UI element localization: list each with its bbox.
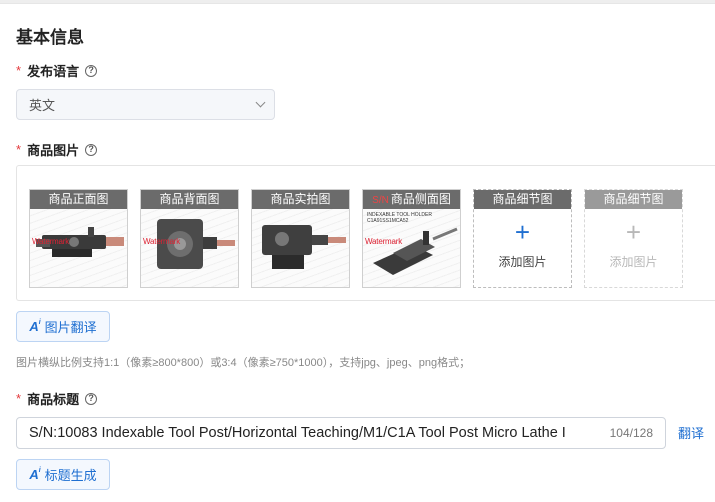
question-circle-icon[interactable]: ? [85, 392, 98, 405]
title-label-row: * 商品标题 ? [16, 389, 98, 408]
image-watermark: Watermark [365, 237, 403, 246]
product-title-value[interactable]: S/N:10083 Indexable Tool Post/Horizontal… [29, 425, 600, 441]
question-circle-icon[interactable]: ? [85, 64, 98, 77]
language-label-row: * 发布语言 ? [16, 61, 98, 80]
add-image-label: 添加图片 [498, 255, 547, 269]
product-image-front: Watermark [30, 209, 127, 287]
images-label-row: * 商品图片 ? [16, 140, 98, 159]
image-watermark: Watermark [32, 237, 70, 246]
image-slot-caption: 商品实拍图 [252, 190, 349, 209]
title-generate-label: 标题生成 [44, 468, 97, 483]
add-image-box-disabled: + 添加图片 [585, 217, 682, 270]
required-mark: * [16, 142, 22, 157]
caption-overlay: S/N [372, 195, 389, 206]
image-slot-caption: 商品背面图 [141, 190, 238, 209]
title-generate-button[interactable]: Ai 标题生成 [16, 459, 110, 490]
product-title-input[interactable]: S/N:10083 Indexable Tool Post/Horizontal… [16, 417, 666, 449]
image-slot-caption: 商品细节图 [474, 190, 571, 209]
image-slot-caption: 商品细节图 [585, 190, 682, 209]
image-slot-caption: 商品正面图 [30, 190, 127, 209]
translate-link[interactable]: 翻译 [678, 423, 704, 442]
image-format-hint: 图片横纵比例支持1:1（像素≥800*800）或3:4（像素≥750*1000）… [16, 357, 471, 369]
ai-icon: Ai [29, 319, 41, 334]
tool-post-image [157, 219, 235, 269]
image-slot-detail-add-disabled: 商品细节图 + 添加图片 [584, 189, 683, 288]
tool-post-image [262, 225, 346, 269]
required-mark: * [16, 63, 22, 78]
image-slot-detail-add[interactable]: 商品细节图 + 添加图片 [473, 189, 572, 288]
image-translate-label: 图片翻译 [44, 320, 97, 335]
tool-post-image [36, 227, 124, 257]
product-image-real [252, 209, 349, 287]
add-image-box[interactable]: + 添加图片 [474, 217, 571, 270]
product-image-side: INDEXABLE TOOL HOLDER C1A91SS1MCA52 Wate… [363, 209, 460, 287]
character-counter: 104/128 [609, 426, 653, 440]
language-label: 发布语言 [27, 64, 80, 79]
language-select[interactable]: 英文 [16, 89, 275, 120]
section-title: 基本信息 [16, 28, 84, 47]
image-slot-real[interactable]: 商品实拍图 [251, 189, 350, 288]
plus-icon: + [625, 217, 642, 247]
images-label: 商品图片 [27, 143, 80, 158]
top-divider [0, 0, 715, 4]
image-slot-back[interactable]: 商品背面图 Watermark [140, 189, 239, 288]
ai-icon: Ai [29, 467, 41, 482]
image-watermark: Watermark [143, 237, 181, 246]
chevron-down-icon [255, 97, 266, 108]
title-label: 商品标题 [27, 392, 80, 407]
tool-post-image [373, 227, 458, 275]
question-circle-icon[interactable]: ? [85, 143, 98, 156]
caption-text: 商品侧面图 [390, 192, 451, 206]
image-translate-button[interactable]: Ai 图片翻译 [16, 311, 110, 342]
image-slot-front[interactable]: 商品正面图 Watermark [29, 189, 128, 288]
add-image-label: 添加图片 [609, 255, 658, 269]
image-slot-caption: S/N 商品侧面图 [363, 190, 460, 209]
product-image-back: Watermark [141, 209, 238, 287]
plus-icon: + [514, 217, 531, 247]
language-selected-value: 英文 [29, 98, 56, 113]
required-mark: * [16, 391, 22, 406]
image-slot-side[interactable]: S/N 商品侧面图 INDEXABLE TOOL HOLDER C1A91SS1M… [362, 189, 461, 288]
